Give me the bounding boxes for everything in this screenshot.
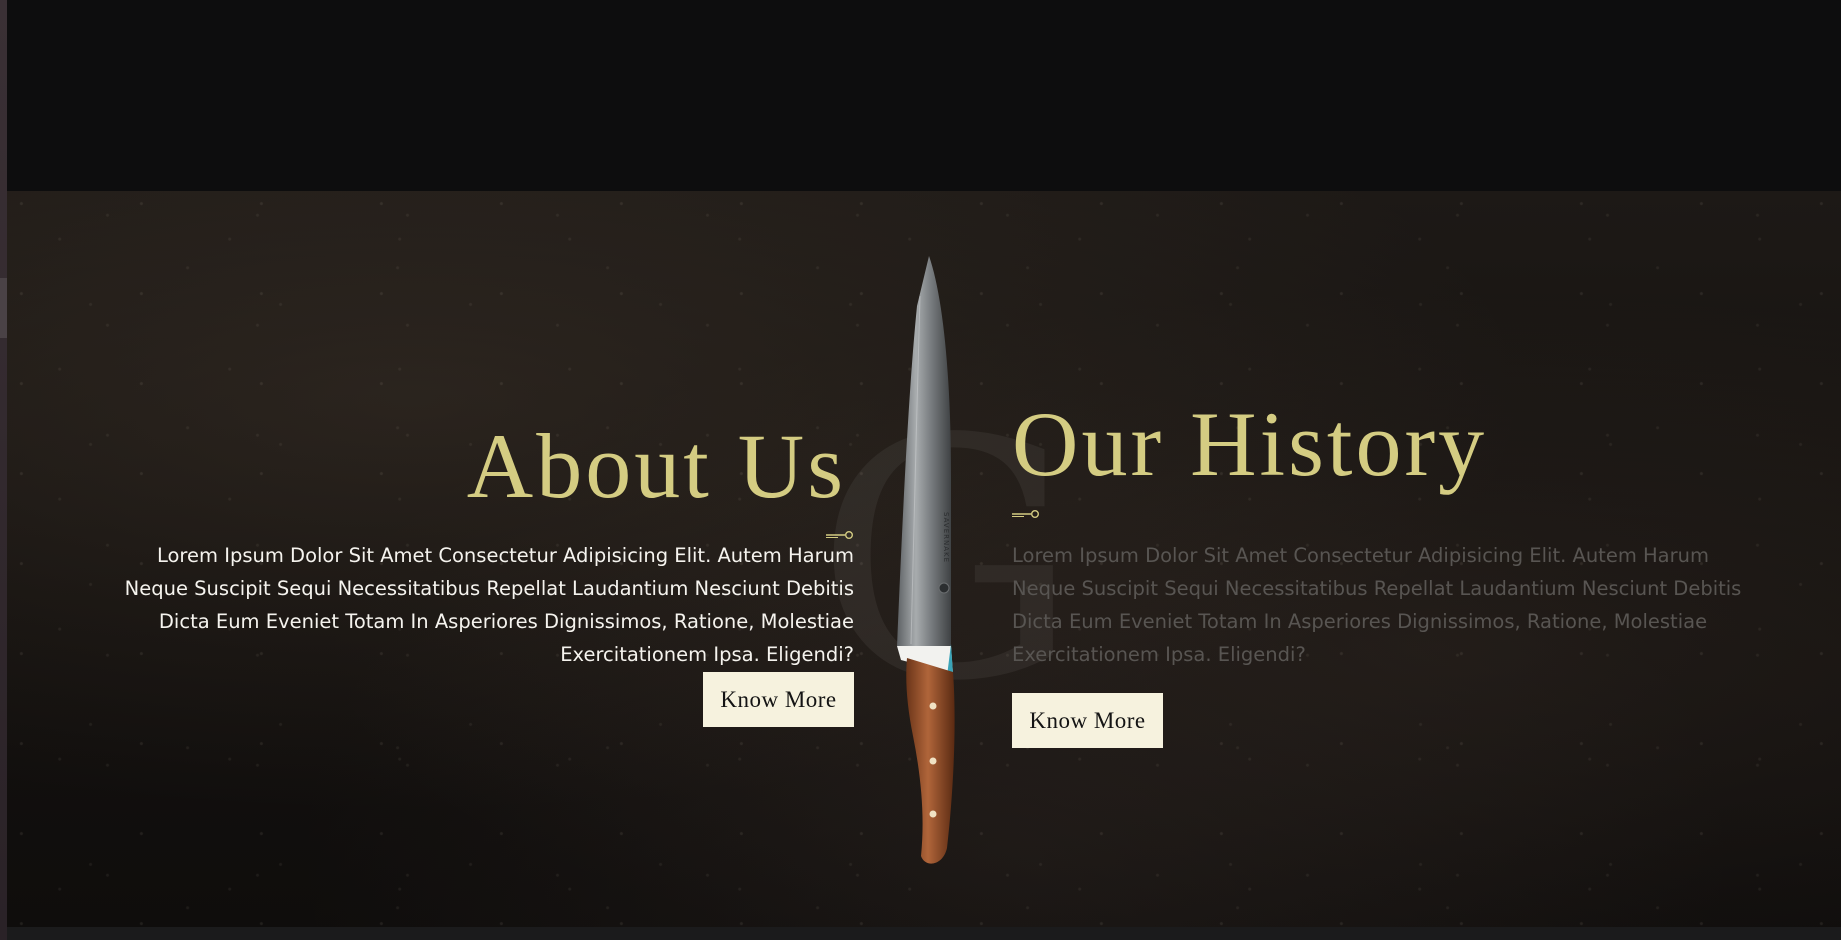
history-know-more-button[interactable]: Know More — [1012, 693, 1163, 748]
our-history-description: Lorem Ipsum Dolor Sit Amet Consectetur A… — [1012, 544, 1742, 666]
top-header-band — [7, 0, 1841, 191]
bottom-band — [7, 927, 1841, 940]
scroll-nub — [0, 278, 7, 338]
key-divider-icon — [1012, 510, 1040, 518]
about-history-section: G SAVERNAKE About Us — [7, 191, 1841, 927]
our-history-title: Our History — [1012, 393, 1488, 495]
blade-engraving: SAVERNAKE — [942, 512, 950, 563]
about-us-description: Lorem Ipsum Dolor Sit Amet Consectetur A… — [124, 544, 854, 666]
chef-knife-icon: SAVERNAKE — [897, 256, 955, 864]
about-us-title: About Us — [466, 415, 846, 517]
left-edge-bar — [0, 0, 7, 940]
about-know-more-button[interactable]: Know More — [703, 672, 854, 727]
